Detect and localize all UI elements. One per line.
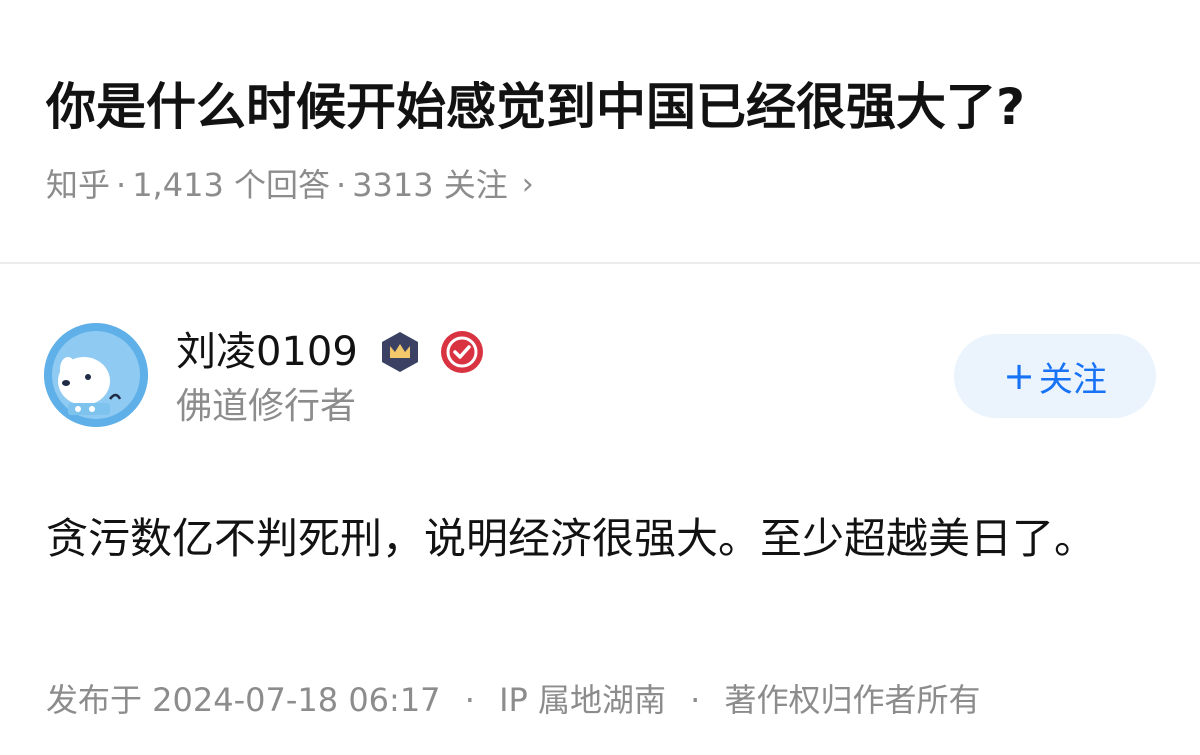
publish-time: 发布于 2024-07-18 06:17 [46, 681, 441, 719]
author-name[interactable]: 刘凌0109 [176, 324, 358, 380]
answer-author: 刘凌0109 佛道修行者 + 关注 [0, 300, 1200, 450]
avatar-image [44, 323, 148, 427]
author-bio: 佛道修行者 [176, 386, 357, 427]
meta-separator: · [116, 166, 127, 204]
author-name-row: 刘凌0109 [176, 324, 484, 380]
question-meta[interactable]: 知乎 · 1,413 个回答 · 3313 关注 › [46, 162, 534, 208]
follow-button[interactable]: + 关注 [954, 334, 1156, 418]
answer-content[interactable]: 贪污数亿不判死刑，说明经济很强大。至少超越美日了。 [46, 506, 1156, 572]
follow-label: 关注 [1038, 359, 1107, 400]
divider [0, 262, 1200, 264]
follower-count: 3313 关注 [352, 166, 508, 204]
verified-check-icon[interactable] [440, 330, 484, 374]
chevron-right-icon[interactable]: › [522, 162, 534, 208]
answer-count: 1,413 个回答 [132, 166, 330, 204]
plus-icon: + [1003, 354, 1035, 398]
ip-location: IP 属地湖南 [499, 681, 666, 719]
avatar[interactable] [44, 323, 148, 427]
footer-separator: · [464, 681, 475, 719]
copyright-notice: 著作权归作者所有 [724, 681, 981, 719]
source-label: 知乎 [46, 166, 111, 204]
question-header: 你是什么时候开始感觉到中国已经很强大了? 知乎 · 1,413 个回答 · 33… [0, 0, 1200, 262]
footer-separator: · [690, 681, 701, 719]
question-title[interactable]: 你是什么时候开始感觉到中国已经很强大了? [46, 72, 1025, 142]
page: 你是什么时候开始感觉到中国已经很强大了? 知乎 · 1,413 个回答 · 33… [0, 0, 1200, 755]
meta-separator: · [335, 166, 347, 204]
answer-footer: 发布于 2024-07-18 06:17 · IP 属地湖南 · 著作权归作者所… [46, 676, 981, 724]
crown-badge-icon[interactable] [378, 330, 422, 374]
